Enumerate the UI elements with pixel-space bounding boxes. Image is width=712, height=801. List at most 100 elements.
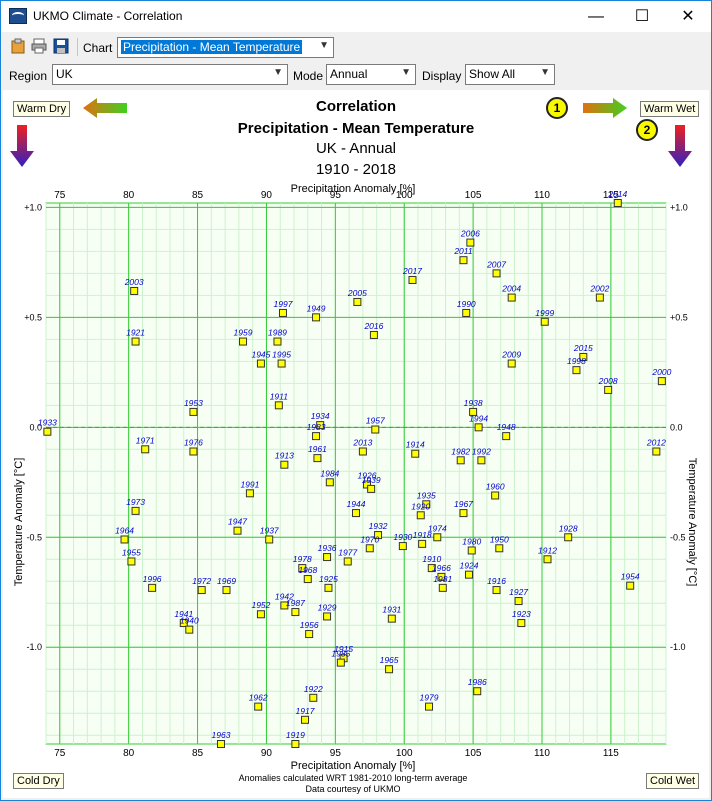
data-point	[564, 533, 573, 542]
data-point	[189, 407, 198, 416]
x-tick-label: 75	[54, 748, 66, 759]
data-point-label: 1995	[272, 350, 291, 360]
data-point-label: 1922	[304, 684, 323, 694]
data-point	[459, 509, 468, 518]
data-point-label: 1939	[362, 475, 381, 485]
chart-subtitle: Precipitation - Mean Temperature	[238, 120, 474, 137]
data-point-label: 1934	[311, 411, 330, 421]
chevron-down-icon: ▼	[319, 40, 329, 51]
data-point	[433, 533, 442, 542]
data-point	[216, 740, 225, 748]
data-point	[239, 337, 248, 346]
data-point	[130, 286, 139, 295]
data-point-label: 2009	[501, 350, 521, 360]
y-tick-label: -1.0	[26, 642, 42, 652]
chart-title: Correlation	[316, 98, 396, 115]
data-point	[313, 454, 322, 463]
data-point-label: 2000	[651, 367, 671, 377]
data-point-label: 1949	[307, 303, 326, 313]
x-tick-label-top: 95	[330, 190, 342, 201]
data-point-label: 2002	[589, 284, 609, 294]
data-point-label: 1964	[115, 525, 134, 535]
data-point-label: 1994	[469, 413, 488, 423]
data-point	[398, 542, 407, 551]
data-point	[425, 702, 434, 711]
footer-note-1: Anomalies calculated WRT 1981-2010 long-…	[239, 773, 468, 783]
data-point-label: 1978	[293, 554, 312, 564]
data-point	[371, 425, 380, 434]
data-point	[197, 586, 206, 595]
data-point	[473, 687, 482, 696]
data-point	[280, 460, 289, 469]
data-point	[459, 256, 468, 265]
x-tick-label-top: 85	[192, 190, 204, 201]
data-point	[416, 511, 425, 520]
display-select[interactable]: Show All ▼	[465, 64, 555, 85]
x-tick-label-top: 100	[396, 190, 413, 201]
data-point	[456, 456, 465, 465]
data-point-label: 1955	[122, 547, 141, 557]
data-point	[245, 489, 254, 498]
filter-bar: Region UK ▼ Mode Annual ▼ Display Show A…	[1, 62, 711, 90]
app-window: UKMO Climate - Correlation — ☐ ✕ Chart P…	[0, 0, 712, 801]
x-tick-label: 110	[534, 748, 550, 759]
x-tick-label-top: 105	[465, 190, 482, 201]
x-tick-label: 80	[123, 748, 135, 759]
data-point-label: 1980	[462, 536, 481, 546]
footer-note-2: Data courtesy of UKMO	[305, 784, 400, 794]
data-point	[291, 608, 300, 617]
data-point-label: 2014	[607, 189, 627, 199]
data-point	[131, 337, 140, 346]
data-point-label: 1914	[406, 440, 425, 450]
data-point	[336, 658, 345, 667]
data-point-label: 2004	[501, 284, 521, 294]
data-point	[474, 423, 483, 432]
data-point	[325, 478, 334, 487]
chart-select[interactable]: Precipitation - Mean Temperature ▼	[117, 37, 334, 58]
x-tick-label-top: 110	[534, 190, 550, 201]
clipboard-icon[interactable]	[10, 38, 26, 54]
data-point	[462, 308, 471, 317]
data-point-label: 2013	[352, 438, 372, 448]
x-tick-label: 85	[192, 748, 204, 759]
data-point-label: 1959	[234, 328, 253, 338]
data-point-label: 1974	[428, 523, 447, 533]
data-point-label: 1996	[143, 574, 162, 584]
data-point	[324, 583, 333, 592]
data-point-label: 1976	[184, 438, 203, 448]
x-axis-title: Precipitation Anomaly [%]	[291, 760, 416, 772]
data-point-label: 2017	[402, 266, 422, 276]
data-point-label: 1913	[275, 451, 294, 461]
data-point-label: 1961	[308, 444, 327, 454]
region-select[interactable]: UK ▼	[52, 64, 288, 85]
data-point-label: 1920	[411, 501, 430, 511]
minimize-button[interactable]: —	[573, 1, 619, 32]
mode-select[interactable]: Annual ▼	[326, 64, 416, 85]
maximize-button[interactable]: ☐	[619, 1, 665, 32]
data-point	[141, 445, 150, 454]
data-point-label: 1931	[382, 605, 401, 615]
data-point	[254, 702, 263, 711]
data-point	[185, 625, 194, 634]
data-point-label: 1992	[472, 446, 491, 456]
close-button[interactable]: ✕	[665, 1, 711, 32]
data-point-label: 1929	[318, 602, 337, 612]
data-point-label: 1990	[457, 299, 476, 309]
data-point-label: 1921	[126, 328, 145, 338]
print-icon[interactable]	[31, 38, 47, 54]
data-point-label: 1998	[567, 356, 586, 366]
data-point-label: 1923	[512, 609, 531, 619]
data-point	[278, 308, 287, 317]
save-icon[interactable]	[53, 38, 69, 54]
data-point	[507, 293, 516, 302]
data-point-label: 1983	[307, 422, 326, 432]
data-point-label: 1969	[217, 576, 236, 586]
data-point-label: 1916	[487, 576, 506, 586]
data-point-label: 1950	[490, 534, 509, 544]
y-tick-label-right: 0.0	[670, 422, 683, 432]
data-point-label: 1965	[380, 655, 399, 665]
data-point-label: 1948	[497, 422, 516, 432]
data-point-label: 1973	[126, 497, 145, 507]
y-tick-label: -0.5	[26, 532, 42, 542]
data-point-label: 2008	[598, 376, 618, 386]
